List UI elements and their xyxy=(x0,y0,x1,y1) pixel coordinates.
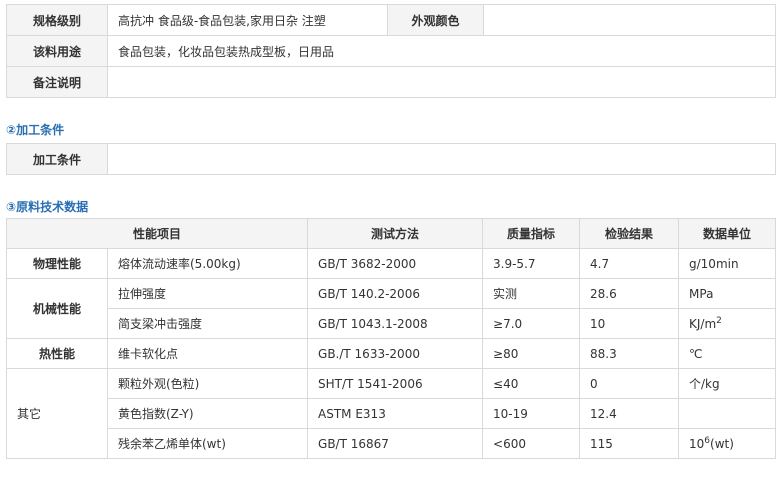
cell-spec: ≤40 xyxy=(482,368,581,399)
cell-spec: ≥7.0 xyxy=(482,308,581,339)
cell-method: GB/T 140.2-2006 xyxy=(307,278,484,309)
processing-label: 加工条件 xyxy=(6,143,108,175)
cell-result: 12.4 xyxy=(579,398,680,429)
group-mechanical: 机械性能 xyxy=(6,278,108,339)
header-result: 检验结果 xyxy=(579,218,680,249)
spec-label: 规格级别 xyxy=(6,4,108,36)
unit-base: 10 xyxy=(689,437,705,451)
basic-info-table: 规格级别 高抗冲 食品级-食品包装,家用日杂 注塑 外观颜色 该料用途 食品包装… xyxy=(6,4,776,98)
unit-superscript: 2 xyxy=(716,316,722,326)
cell-unit xyxy=(678,398,776,429)
cell-spec: 3.9-5.7 xyxy=(482,248,581,279)
cell-item: 维卡软化点 xyxy=(106,338,309,369)
cell-method: GB/T 3682-2000 xyxy=(307,248,484,279)
section-title-technical-data: ③原料技术数据 xyxy=(6,200,89,214)
notes-label: 备注说明 xyxy=(6,66,108,98)
cell-result: 28.6 xyxy=(579,278,680,309)
technical-data-table: 性能项目 测试方法 质量指标 检验结果 数据单位 物理性能 熔体流动速率(5.0… xyxy=(5,218,776,459)
color-value xyxy=(483,4,776,36)
cell-result: 0 xyxy=(579,368,680,399)
header-spec: 质量指标 xyxy=(482,218,581,249)
table-row: 残余苯乙烯单体(wt) GB/T 16867 <600 115 106(wt) xyxy=(7,428,776,459)
notes-value xyxy=(107,66,776,98)
usage-value: 食品包装，化妆品包装热成型板，日用品 xyxy=(107,35,776,67)
table-row: 物理性能 熔体流动速率(5.00kg) GB/T 3682-2000 3.9-5… xyxy=(6,248,776,279)
group-physical: 物理性能 xyxy=(6,248,108,279)
cell-unit: 个/kg xyxy=(678,368,776,399)
cell-item: 残余苯乙烯单体(wt) xyxy=(106,428,309,459)
unit-suffix: (wt) xyxy=(710,437,734,451)
cell-method: GB./T 1633-2000 xyxy=(307,338,484,369)
header-unit: 数据单位 xyxy=(678,218,776,249)
cell-item: 熔体流动速率(5.00kg) xyxy=(106,248,309,279)
spec-value: 高抗冲 食品级-食品包装,家用日杂 注塑 xyxy=(107,4,388,36)
processing-row: 加工条件 xyxy=(6,143,776,175)
cell-unit: g/10min xyxy=(678,248,776,279)
cell-unit: ℃ xyxy=(678,338,776,369)
cell-item: 拉伸强度 xyxy=(106,278,309,309)
group-thermal: 热性能 xyxy=(6,338,108,369)
usage-label: 该料用途 xyxy=(6,35,108,67)
processing-value xyxy=(107,143,776,175)
cell-method: GB/T 16867 xyxy=(307,428,484,459)
cell-item: 简支梁冲击强度 xyxy=(106,308,309,339)
cell-method: SHT/T 1541-2006 xyxy=(307,368,484,399)
cell-item: 颗粒外观(色粒) xyxy=(106,368,309,399)
cell-spec: 实测 xyxy=(482,278,581,309)
notes-row: 备注说明 xyxy=(6,66,776,98)
table-row: 其它 颗粒外观(色粒) SHT/T 1541-2006 ≤40 0 个/kg xyxy=(6,368,776,459)
usage-row: 该料用途 食品包装，化妆品包装热成型板，日用品 xyxy=(6,35,776,67)
table-row: 简支梁冲击强度 GB/T 1043.1-2008 ≥7.0 10 KJ/m2 xyxy=(7,308,776,339)
cell-spec: 10-19 xyxy=(482,398,581,429)
spec-row: 规格级别 高抗冲 食品级-食品包装,家用日杂 注塑 外观颜色 xyxy=(6,4,776,36)
section-title-processing: ②加工条件 xyxy=(6,123,65,137)
cell-result: 10 xyxy=(579,308,680,339)
cell-result: 115 xyxy=(579,428,680,459)
header-row: 性能项目 测试方法 质量指标 检验结果 数据单位 xyxy=(5,218,776,249)
cell-unit: 106(wt) xyxy=(678,428,776,459)
cell-method: ASTM E313 xyxy=(307,398,484,429)
cell-spec: ≥80 xyxy=(482,338,581,369)
cell-unit: KJ/m2 xyxy=(678,308,776,339)
color-label: 外观颜色 xyxy=(387,4,484,36)
table-row: 机械性能 拉伸强度 GB/T 140.2-2006 实测 28.6 MPa xyxy=(6,278,776,339)
group-other: 其它 xyxy=(6,368,108,459)
cell-result: 88.3 xyxy=(579,338,680,369)
table-row: 热性能 维卡软化点 GB./T 1633-2000 ≥80 88.3 ℃ xyxy=(6,338,776,369)
cell-spec: <600 xyxy=(482,428,581,459)
cell-result: 4.7 xyxy=(579,248,680,279)
cell-item: 黄色指数(Z-Y) xyxy=(106,398,309,429)
unit-base: KJ/m xyxy=(689,317,717,331)
cell-unit: MPa xyxy=(678,278,776,309)
table-row: 黄色指数(Z-Y) ASTM E313 10-19 12.4 xyxy=(7,398,776,429)
processing-table: 加工条件 xyxy=(6,143,776,175)
header-item: 性能项目 xyxy=(5,218,309,249)
cell-method: GB/T 1043.1-2008 xyxy=(307,308,484,339)
header-method: 测试方法 xyxy=(307,218,484,249)
